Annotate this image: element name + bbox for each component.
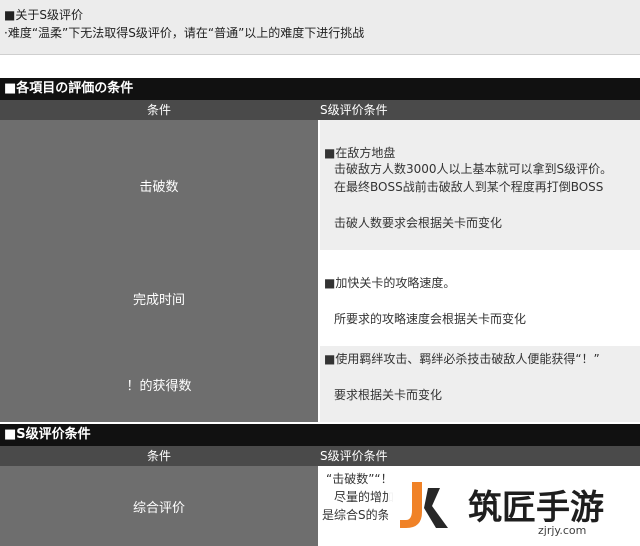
content-line: 所要求的攻略速度会根据关卡而变化 xyxy=(334,312,527,326)
header-condition: 条件 xyxy=(146,103,171,117)
watermark-url: zjrjy.com xyxy=(538,524,587,537)
row-content-kills: ■在敌方地盘 击破敌方人数3000人以上基本就可以拿到S级评价。 在最终BOSS… xyxy=(320,120,640,250)
header-s-rank: S级评价条件 xyxy=(320,103,388,117)
content-line: ■使用羁绊攻击、羁绊必杀技击破敌人便能获得“！” xyxy=(324,352,600,366)
content-line: 在最终BOSS战前击破敌人到某个程度再打倒BOSS xyxy=(334,180,604,194)
section-title-item-conditions: ■各項目の評価の条件 xyxy=(0,78,640,100)
row-label-clear-time: 完成时间 xyxy=(0,250,318,346)
note-description: ·难度“温柔”下无法取得S级评价，请在“普通”以上的难度下进行挑战 xyxy=(4,26,365,40)
content-line: 击破人数要求会根据关卡而变化 xyxy=(334,216,503,230)
content-line: 尽量的增加 xyxy=(334,490,395,504)
watermark-name: 筑匠手游 xyxy=(468,488,604,528)
content-line: ■加快关卡的攻略速度。 xyxy=(324,276,456,290)
content-line: 击破敌方人数3000人以上基本就可以拿到S级评价。 xyxy=(334,162,613,176)
note-title: ■关于S级评价 xyxy=(4,8,83,22)
row-content-exclamation-count: ■使用羁绊攻击、羁绊必杀技击破敌人便能获得“！” 要求根据关卡而变化 xyxy=(320,346,640,422)
s-rank-note: ■关于S级评价 ·难度“温柔”下无法取得S级评价，请在“普通”以上的难度下进行挑… xyxy=(0,0,640,55)
row-label-kills: 击破数 xyxy=(0,120,318,250)
header-condition: 条件 xyxy=(146,449,171,463)
table-header: 条件 S级评价条件 xyxy=(0,446,640,466)
content-line: ■在敌方地盘 xyxy=(324,146,396,160)
row-label-overall: 综合评价 xyxy=(0,466,318,546)
site-logo-icon xyxy=(400,482,448,528)
header-s-rank: S级评价条件 xyxy=(320,449,388,463)
content-line: 要求根据关卡而变化 xyxy=(334,388,443,402)
content-line: “击破数”“！ xyxy=(326,472,393,486)
row-content-clear-time: ■加快关卡的攻略速度。 所要求的攻略速度会根据关卡而变化 xyxy=(320,250,640,346)
table-header: 条件 S级评价条件 xyxy=(0,100,640,120)
section-title-s-rank: ■S级评价条件 xyxy=(0,424,640,446)
content-line: 是综合S的条 xyxy=(322,508,390,522)
site-watermark: 筑匠手游 zjrjy.com xyxy=(388,470,640,546)
row-label-exclamation-count: ！的获得数 xyxy=(0,346,318,422)
